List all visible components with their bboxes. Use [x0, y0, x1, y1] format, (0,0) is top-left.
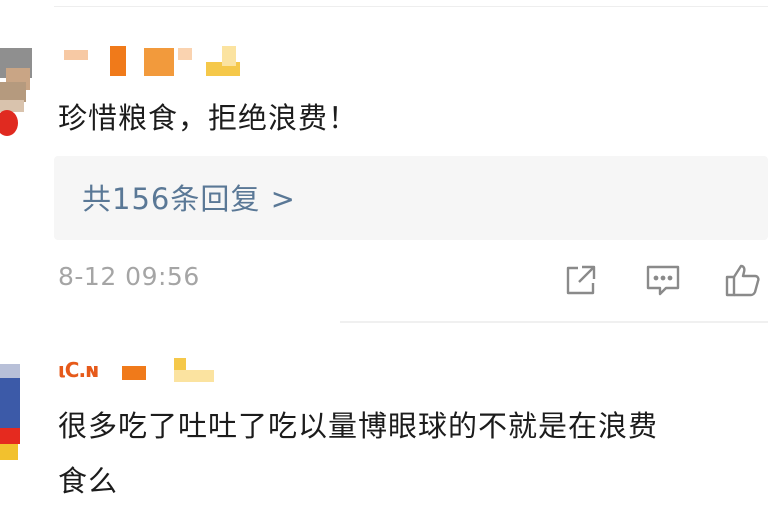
- avatar[interactable]: [0, 38, 38, 146]
- username-partial: ιC.ɴ: [58, 358, 99, 382]
- timestamp: 8-12 09:56: [58, 262, 200, 291]
- like-icon[interactable]: [724, 262, 762, 298]
- comment-text-continued: 食么: [58, 464, 119, 498]
- view-replies-link[interactable]: 共156条回复 >: [82, 176, 296, 218]
- comment-text: 珍惜粮食，拒绝浪费！: [58, 101, 359, 135]
- share-icon[interactable]: [562, 262, 600, 298]
- comment-divider: [340, 321, 768, 323]
- avatar[interactable]: [0, 362, 24, 462]
- replies-box[interactable]: 共156条回复 >: [54, 156, 768, 240]
- top-divider: [54, 6, 768, 7]
- username-blurred[interactable]: [58, 44, 258, 78]
- comment-icon[interactable]: [644, 262, 682, 298]
- comment-text: 很多吃了吐吐了吃以量博眼球的不就是在浪费: [58, 409, 659, 443]
- username-blurred[interactable]: ιC.ɴ: [58, 352, 258, 386]
